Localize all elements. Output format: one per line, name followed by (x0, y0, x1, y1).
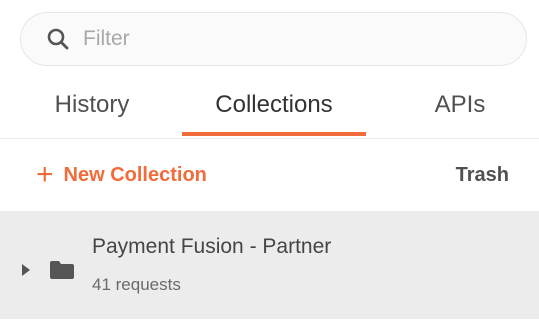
plus-icon: + (36, 158, 54, 191)
trash-label: Trash (455, 163, 509, 186)
trash-button[interactable]: Trash (456, 159, 509, 191)
collection-actions: + New Collection Trash (0, 139, 539, 211)
active-tab-indicator (182, 132, 366, 136)
tab-apis[interactable]: APIs (412, 72, 508, 138)
new-collection-button[interactable]: + New Collection (36, 159, 207, 191)
caret-right-icon[interactable] (22, 264, 30, 276)
new-collection-label: New Collection (63, 163, 207, 186)
folder-icon (50, 261, 74, 279)
tab-collections[interactable]: Collections (182, 72, 366, 138)
search-box[interactable] (20, 12, 527, 66)
collection-name: Payment Fusion - Partner (92, 235, 332, 258)
tab-bar: History Collections APIs (0, 72, 539, 139)
search-icon (43, 24, 73, 54)
collection-item[interactable]: Payment Fusion - Partner 41 requests (0, 211, 539, 319)
sidebar-panel: History Collections APIs + New Collectio… (0, 0, 539, 334)
tab-history[interactable]: History (24, 72, 160, 138)
search-input[interactable] (81, 18, 485, 60)
collection-request-count: 41 requests (92, 275, 181, 294)
